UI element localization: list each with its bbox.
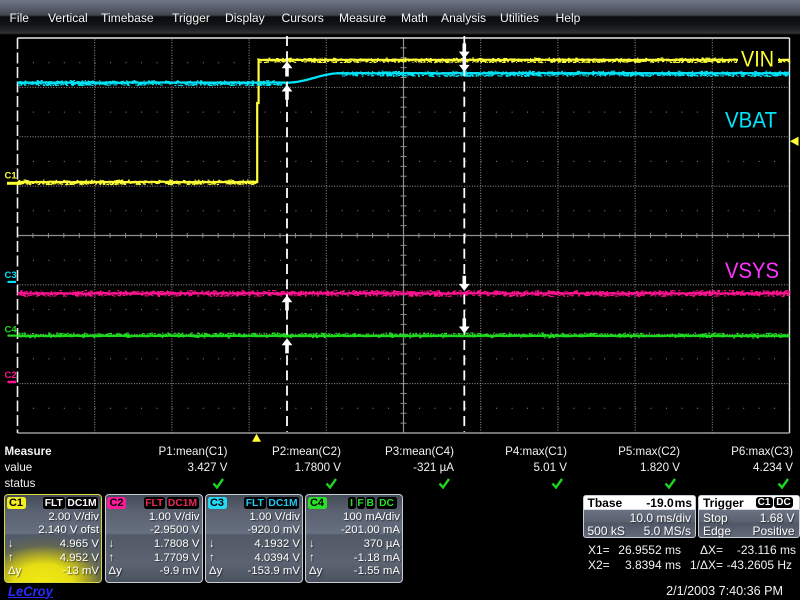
svg-text:VSYS: VSYS bbox=[725, 258, 779, 283]
svg-text:C3: C3 bbox=[5, 270, 17, 281]
svg-text:C4: C4 bbox=[5, 324, 18, 335]
svg-text:VIN: VIN bbox=[741, 47, 774, 72]
svg-text:C2: C2 bbox=[5, 370, 17, 381]
svg-text:VBAT: VBAT bbox=[725, 108, 777, 133]
svg-text:C1: C1 bbox=[5, 171, 18, 182]
